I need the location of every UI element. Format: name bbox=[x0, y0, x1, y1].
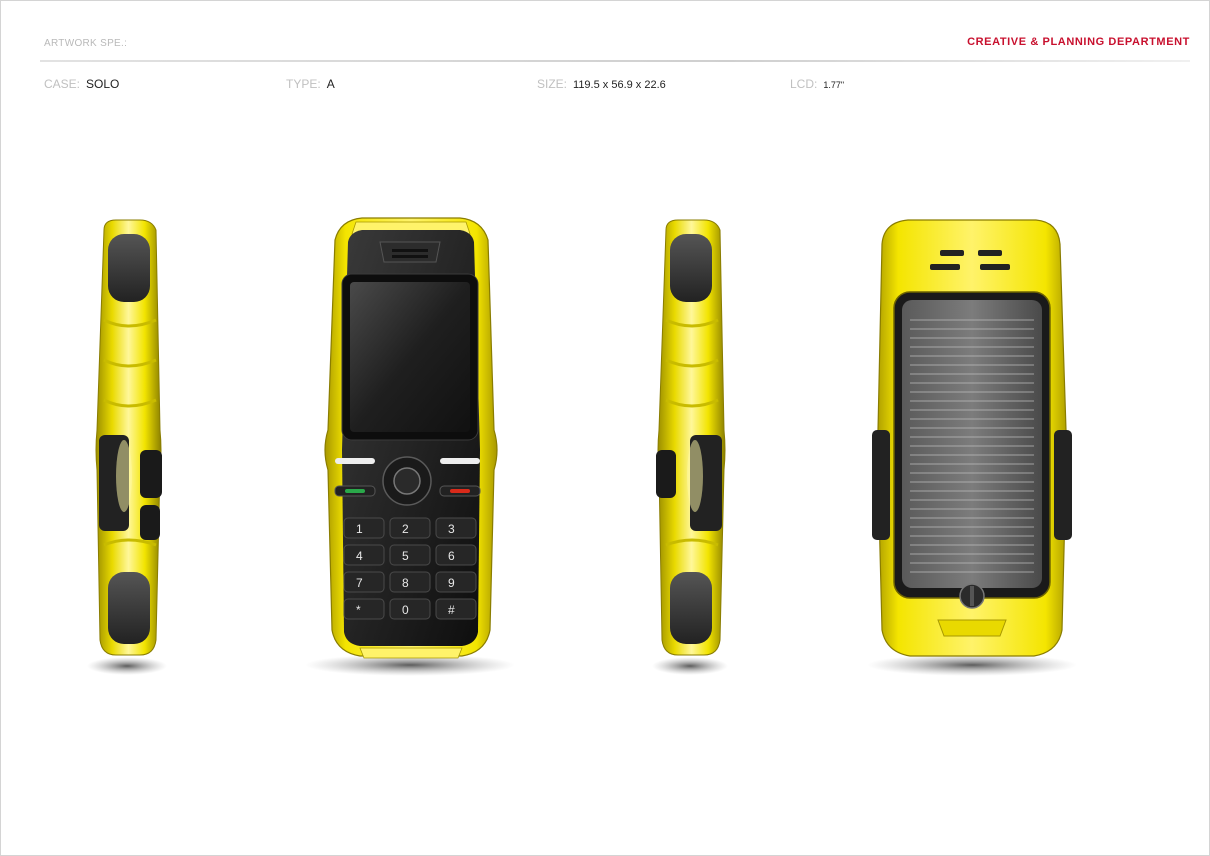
keypad-key-label: 3 bbox=[448, 522, 455, 536]
phone-back-view bbox=[867, 219, 1077, 676]
keypad-key-label: * bbox=[356, 603, 361, 617]
keypad-key-label: 5 bbox=[402, 549, 409, 563]
keypad-key-label: 4 bbox=[356, 549, 363, 563]
phone-front-view: 1 2 3 4 5 6 7 8 9 * 0 # bbox=[305, 217, 515, 676]
keypad-key-label: 8 bbox=[402, 576, 409, 590]
keypad-key-3: 3 bbox=[435, 517, 477, 539]
phone-views: 1 2 3 4 5 6 7 8 9 * 0 # bbox=[0, 200, 1210, 700]
keypad-key-9: 9 bbox=[435, 571, 477, 593]
keypad-key-label: 2 bbox=[402, 522, 409, 536]
keypad-key-label: 1 bbox=[356, 522, 363, 536]
spec-lcd: LCD: 1.77" bbox=[790, 77, 844, 91]
keypad-key-label: 6 bbox=[448, 549, 455, 563]
keypad-key-6: 6 bbox=[435, 544, 477, 566]
phone-left-side-view bbox=[87, 219, 167, 675]
department-title: CREATIVE & PLANNING DEPARTMENT bbox=[967, 36, 1190, 48]
case-label: CASE: bbox=[44, 77, 81, 91]
keypad-key-star: * bbox=[343, 598, 385, 620]
spec-size: SIZE: 119.5 x 56.9 x 22.6 bbox=[537, 77, 666, 91]
keypad-key-1: 1 bbox=[343, 517, 385, 539]
keypad-key-label: # bbox=[448, 603, 455, 617]
keypad-key-5: 5 bbox=[389, 544, 431, 566]
keypad-key-hash: # bbox=[435, 598, 477, 620]
keypad-key-label: 9 bbox=[448, 576, 455, 590]
type-label: TYPE: bbox=[286, 77, 321, 91]
keypad-key-7: 7 bbox=[343, 571, 385, 593]
spec-type: TYPE: A bbox=[286, 77, 335, 91]
artwork-spec-title: ARTWORK SPE.: bbox=[44, 38, 128, 49]
lcd-value: 1.77" bbox=[823, 80, 845, 90]
keypad-key-0: 0 bbox=[389, 598, 431, 620]
size-label: SIZE: bbox=[537, 77, 568, 91]
spec-case: CASE: SOLO bbox=[44, 77, 119, 91]
keypad-key-4: 4 bbox=[343, 544, 385, 566]
phone-right-side-view bbox=[652, 219, 728, 675]
lcd-label: LCD: bbox=[790, 77, 818, 91]
keypad-key-label: 7 bbox=[356, 576, 363, 590]
type-value: A bbox=[326, 77, 335, 91]
phone-illustrations: 1 2 3 4 5 6 7 8 9 * 0 # bbox=[87, 217, 1077, 676]
case-value: SOLO bbox=[86, 77, 120, 91]
keypad-key-8: 8 bbox=[389, 571, 431, 593]
size-value: 119.5 x 56.9 x 22.6 bbox=[573, 79, 666, 91]
keypad-key-2: 2 bbox=[389, 517, 431, 539]
header-divider bbox=[40, 60, 1190, 62]
keypad-key-label: 0 bbox=[402, 603, 409, 617]
